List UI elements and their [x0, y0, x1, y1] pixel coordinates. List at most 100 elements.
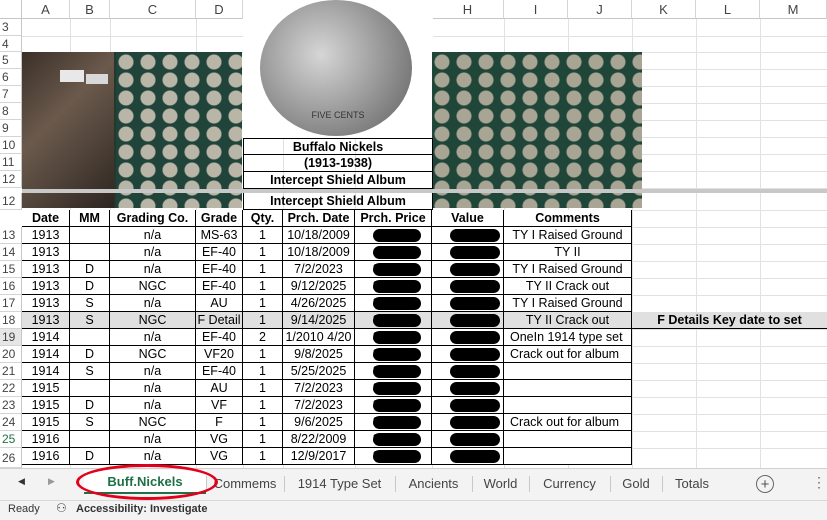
table-cell[interactable]: 9/14/2025 [283, 312, 355, 329]
table-header[interactable]: Value [432, 210, 504, 227]
row-header[interactable]: 15 [0, 261, 22, 278]
table-cell[interactable]: NGC [110, 312, 196, 329]
table-cell[interactable]: TY I Raised Ground [504, 261, 632, 278]
table-cell[interactable]: $ [355, 448, 432, 465]
table-header[interactable]: Qty. [243, 210, 283, 227]
table-cell[interactable]: 7/2/2023 [283, 380, 355, 397]
tab-scroll-right-icon[interactable]: ▶ [48, 476, 55, 487]
table-cell[interactable] [432, 227, 504, 244]
column-header-c[interactable]: C [110, 0, 196, 19]
table-cell[interactable]: 1 [243, 397, 283, 414]
row-header[interactable]: 21 [0, 363, 22, 380]
row-header[interactable]: 17 [0, 295, 22, 312]
table-cell[interactable]: TY II Crack out [504, 312, 632, 329]
table-cell[interactable]: n/a [110, 295, 196, 312]
row-header[interactable]: 22 [0, 380, 22, 397]
table-cell[interactable] [432, 448, 504, 465]
table-cell[interactable]: $ [355, 431, 432, 448]
table-cell[interactable]: $ [355, 346, 432, 363]
row-header[interactable]: 18 [0, 312, 22, 329]
row-header[interactable]: 23 [0, 397, 22, 414]
table-cell[interactable] [504, 380, 632, 397]
table-cell[interactable]: $ [355, 312, 432, 329]
table-cell[interactable] [432, 397, 504, 414]
table-cell[interactable]: 1916 [22, 448, 70, 465]
table-cell[interactable] [504, 448, 632, 465]
table-cell[interactable]: n/a [110, 261, 196, 278]
table-cell[interactable]: 1 [243, 448, 283, 465]
table-cell[interactable]: 1 [243, 431, 283, 448]
table-cell[interactable]: EF-40 [196, 329, 243, 346]
table-cell[interactable]: EF-40 [196, 278, 243, 295]
table-cell[interactable]: 1915 [22, 397, 70, 414]
table-cell[interactable] [432, 431, 504, 448]
table-cell[interactable] [70, 380, 110, 397]
table-cell[interactable]: n/a [110, 363, 196, 380]
table-cell[interactable]: 7/2/2023 [283, 261, 355, 278]
table-cell[interactable]: 1913 [22, 312, 70, 329]
table-cell[interactable]: 1913 [22, 278, 70, 295]
table-cell[interactable] [432, 312, 504, 329]
table-cell[interactable]: n/a [110, 397, 196, 414]
sheet-tab-commems[interactable]: Commems [206, 472, 284, 496]
row-header[interactable]: 8 [0, 103, 22, 120]
table-cell[interactable] [432, 261, 504, 278]
table-cell[interactable]: VF20 [196, 346, 243, 363]
table-cell[interactable]: 1 [243, 244, 283, 261]
row-header[interactable]: 20 [0, 346, 22, 363]
table-cell[interactable]: S [70, 312, 110, 329]
add-sheet-icon[interactable]: + [756, 475, 774, 493]
table-cell[interactable] [432, 380, 504, 397]
row-header[interactable]: 11 [0, 154, 22, 171]
table-cell[interactable]: 1913 [22, 261, 70, 278]
sheet-tab-1914-type-set[interactable]: 1914 Type Set [284, 472, 395, 496]
table-cell[interactable]: TY II [504, 244, 632, 261]
table-cell[interactable] [70, 244, 110, 261]
row-header[interactable]: 7 [0, 86, 22, 103]
table-cell[interactable]: AU [196, 380, 243, 397]
column-header-m[interactable]: M [760, 0, 827, 19]
select-all-corner[interactable] [0, 0, 22, 19]
table-cell[interactable]: 1 [243, 227, 283, 244]
table-cell[interactable] [432, 363, 504, 380]
sheet-tab-currency[interactable]: Currency [529, 472, 610, 496]
row-header[interactable]: 26 [0, 448, 22, 468]
table-cell[interactable] [504, 431, 632, 448]
table-cell[interactable]: n/a [110, 431, 196, 448]
table-cell[interactable]: n/a [110, 244, 196, 261]
row-header[interactable]: 12 [0, 193, 22, 210]
table-cell[interactable]: NGC [110, 346, 196, 363]
accessibility-status[interactable]: Accessibility: Investigate [76, 503, 207, 515]
table-cell[interactable]: n/a [110, 448, 196, 465]
table-cell[interactable]: 1915 [22, 414, 70, 431]
table-cell[interactable]: 1916 [22, 431, 70, 448]
table-cell[interactable]: 1 [243, 346, 283, 363]
table-cell[interactable]: 9/12/2025 [283, 278, 355, 295]
table-cell[interactable]: 9/6/2025 [283, 414, 355, 431]
sheet-tab-world[interactable]: World [472, 472, 529, 496]
table-cell[interactable] [432, 295, 504, 312]
table-header[interactable]: MM [70, 210, 110, 227]
sheet-tab-ancients[interactable]: Ancients [395, 472, 472, 496]
table-cell[interactable]: EF-40 [196, 363, 243, 380]
column-header-k[interactable]: K [632, 0, 696, 19]
table-cell[interactable]: AU [196, 295, 243, 312]
table-cell[interactable]: 1914 [22, 346, 70, 363]
table-cell[interactable]: 1913 [22, 244, 70, 261]
table-cell[interactable]: Crack out for album [504, 346, 632, 363]
row-header[interactable]: 25 [0, 431, 22, 448]
table-cell[interactable]: 10/18/2009 [283, 227, 355, 244]
table-cell[interactable]: Crack out for album [504, 414, 632, 431]
table-cell[interactable] [70, 329, 110, 346]
table-cell[interactable]: 9/8/2025 [283, 346, 355, 363]
table-cell[interactable]: 1/2010 4/20 [283, 329, 355, 346]
table-cell[interactable]: $ [355, 261, 432, 278]
table-header[interactable]: Grade [196, 210, 243, 227]
table-cell[interactable]: $ [355, 397, 432, 414]
table-cell[interactable]: OneIn 1914 type set [504, 329, 632, 346]
table-cell[interactable]: EF-40 [196, 244, 243, 261]
table-cell[interactable]: TY II Crack out [504, 278, 632, 295]
column-header-h[interactable]: H [432, 0, 504, 19]
table-cell[interactable]: S [70, 414, 110, 431]
table-cell[interactable]: 1 [243, 380, 283, 397]
